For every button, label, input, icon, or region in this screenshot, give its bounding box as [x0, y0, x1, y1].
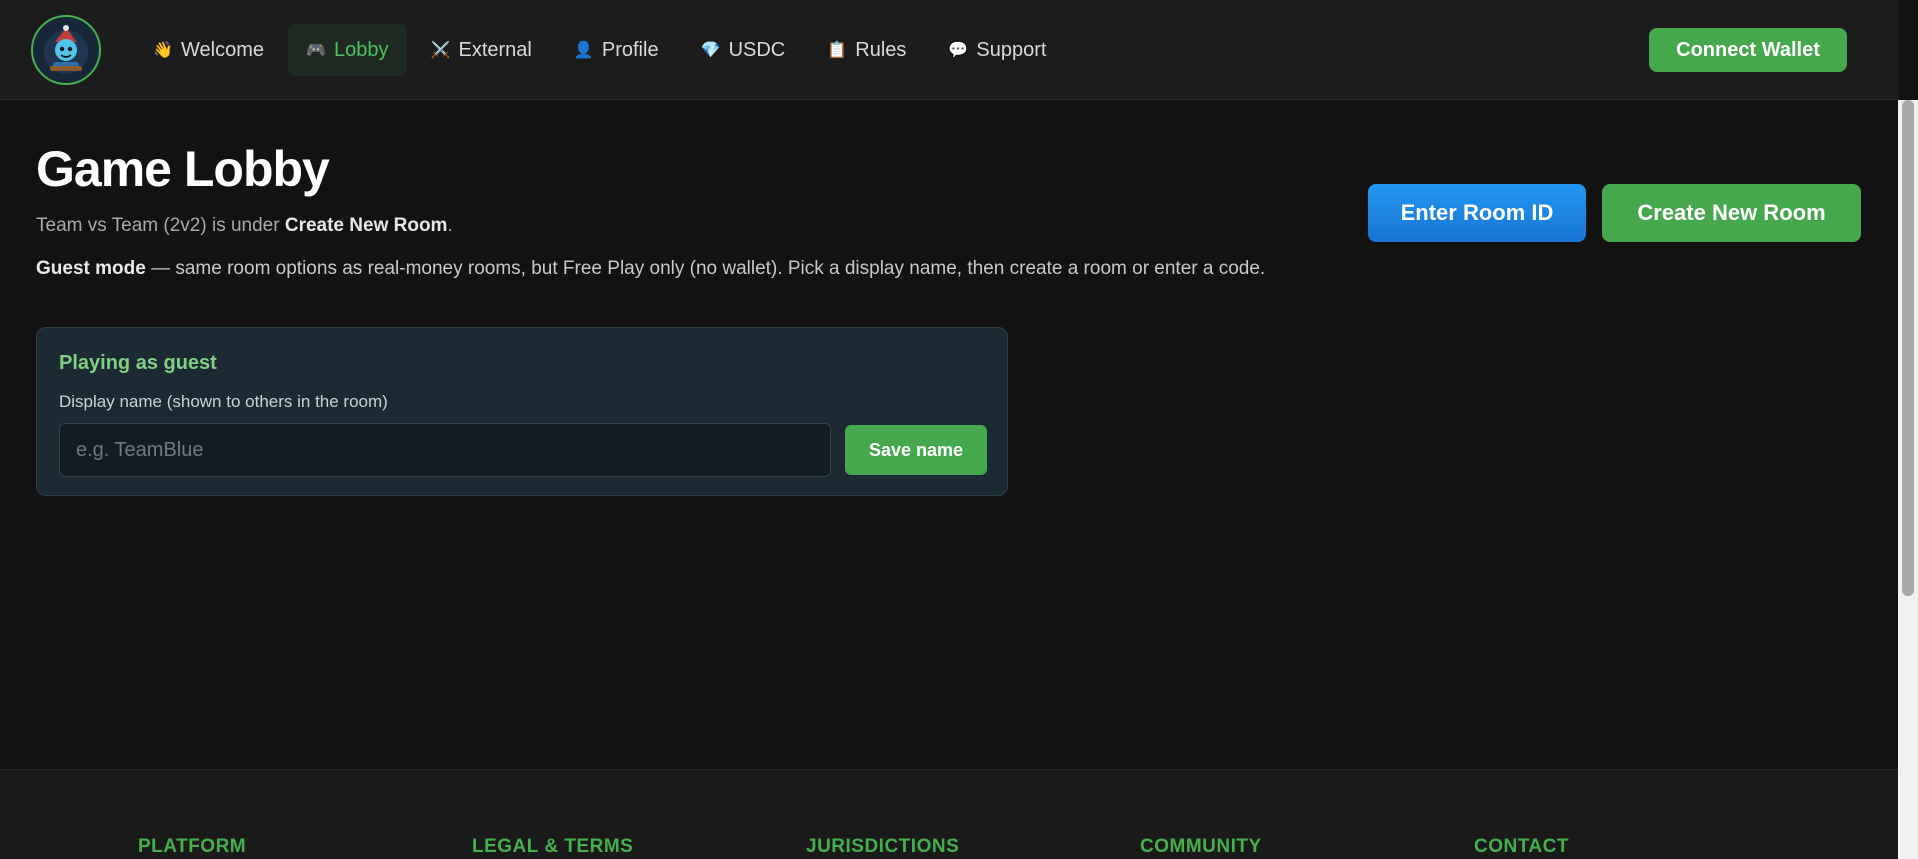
- nav-rules[interactable]: 📋 Rules: [809, 24, 924, 76]
- gem-icon: 💎: [700, 42, 721, 59]
- subtitle-suffix: .: [447, 215, 453, 236]
- nav-welcome[interactable]: 👋 Welcome: [135, 24, 282, 76]
- guest-mode-bold: Guest mode: [36, 258, 146, 279]
- footer-heading-legal: LEGAL & TERMS: [472, 836, 634, 857]
- nav-lobby-label: Lobby: [334, 38, 389, 61]
- crossed-swords-icon: ⚔️: [430, 42, 451, 59]
- nav-welcome-label: Welcome: [181, 38, 264, 61]
- nav-profile-label: Profile: [601, 38, 659, 61]
- enter-room-id-button[interactable]: Enter Room ID: [1368, 184, 1586, 242]
- nav-usdc-label: USDC: [728, 38, 786, 61]
- guest-card-title: Playing as guest: [59, 352, 217, 374]
- top-navbar: 👋 Welcome 🎮 Lobby ⚔️ External 👤 Profile …: [0, 0, 1898, 100]
- nav-support-label: Support: [976, 38, 1047, 61]
- nav-rules-label: Rules: [855, 38, 907, 61]
- subtitle-prefix: Team vs Team (2v2) is under: [36, 215, 285, 236]
- logo[interactable]: [31, 15, 101, 85]
- create-new-room-button[interactable]: Create New Room: [1602, 184, 1861, 242]
- display-name-label: Display name (shown to others in the roo…: [59, 392, 388, 411]
- footer-heading-contact: CONTACT: [1474, 836, 1569, 857]
- gamepad-icon: 🎮: [306, 42, 326, 59]
- guest-mode-description: Guest mode — same room options as real-m…: [36, 258, 1265, 280]
- user-icon: 👤: [573, 42, 594, 59]
- guest-card: Playing as guest Display name (shown to …: [36, 327, 1008, 496]
- display-name-input[interactable]: [59, 423, 831, 477]
- nav-external-label: External: [458, 38, 532, 61]
- footer: PLATFORM LEGAL & TERMS JURISDICTIONS COM…: [0, 769, 1898, 859]
- nav-lobby[interactable]: 🎮 Lobby: [288, 24, 407, 76]
- waving-hand-icon: 👋: [153, 42, 173, 59]
- nav-support[interactable]: 💬 Support: [930, 24, 1064, 76]
- main-nav: 👋 Welcome 🎮 Lobby ⚔️ External 👤 Profile …: [135, 24, 1064, 76]
- guest-mode-text: — same room options as real-money rooms,…: [145, 258, 1266, 279]
- save-name-button[interactable]: Save name: [845, 425, 987, 475]
- clipboard-icon: 📋: [827, 42, 848, 59]
- page-title: Game Lobby: [36, 141, 330, 197]
- speech-bubble-icon: 💬: [948, 42, 969, 59]
- connect-wallet-button[interactable]: Connect Wallet: [1649, 28, 1847, 72]
- nav-external[interactable]: ⚔️ External: [413, 24, 550, 76]
- mascot-logo-icon: [44, 25, 88, 74]
- subtitle-bold: Create New Room: [284, 215, 448, 236]
- lobby-subtitle: Team vs Team (2v2) is under Create New R…: [36, 215, 453, 237]
- scrollbar-thumb[interactable]: [1902, 100, 1914, 596]
- footer-heading-platform: PLATFORM: [138, 836, 247, 857]
- footer-heading-jurisdictions: JURISDICTIONS: [806, 836, 960, 857]
- nav-profile[interactable]: 👤 Profile: [556, 24, 677, 76]
- page: 👋 Welcome 🎮 Lobby ⚔️ External 👤 Profile …: [0, 0, 1918, 859]
- nav-usdc[interactable]: 💎 USDC: [683, 24, 804, 76]
- footer-heading-community: COMMUNITY: [1140, 836, 1262, 857]
